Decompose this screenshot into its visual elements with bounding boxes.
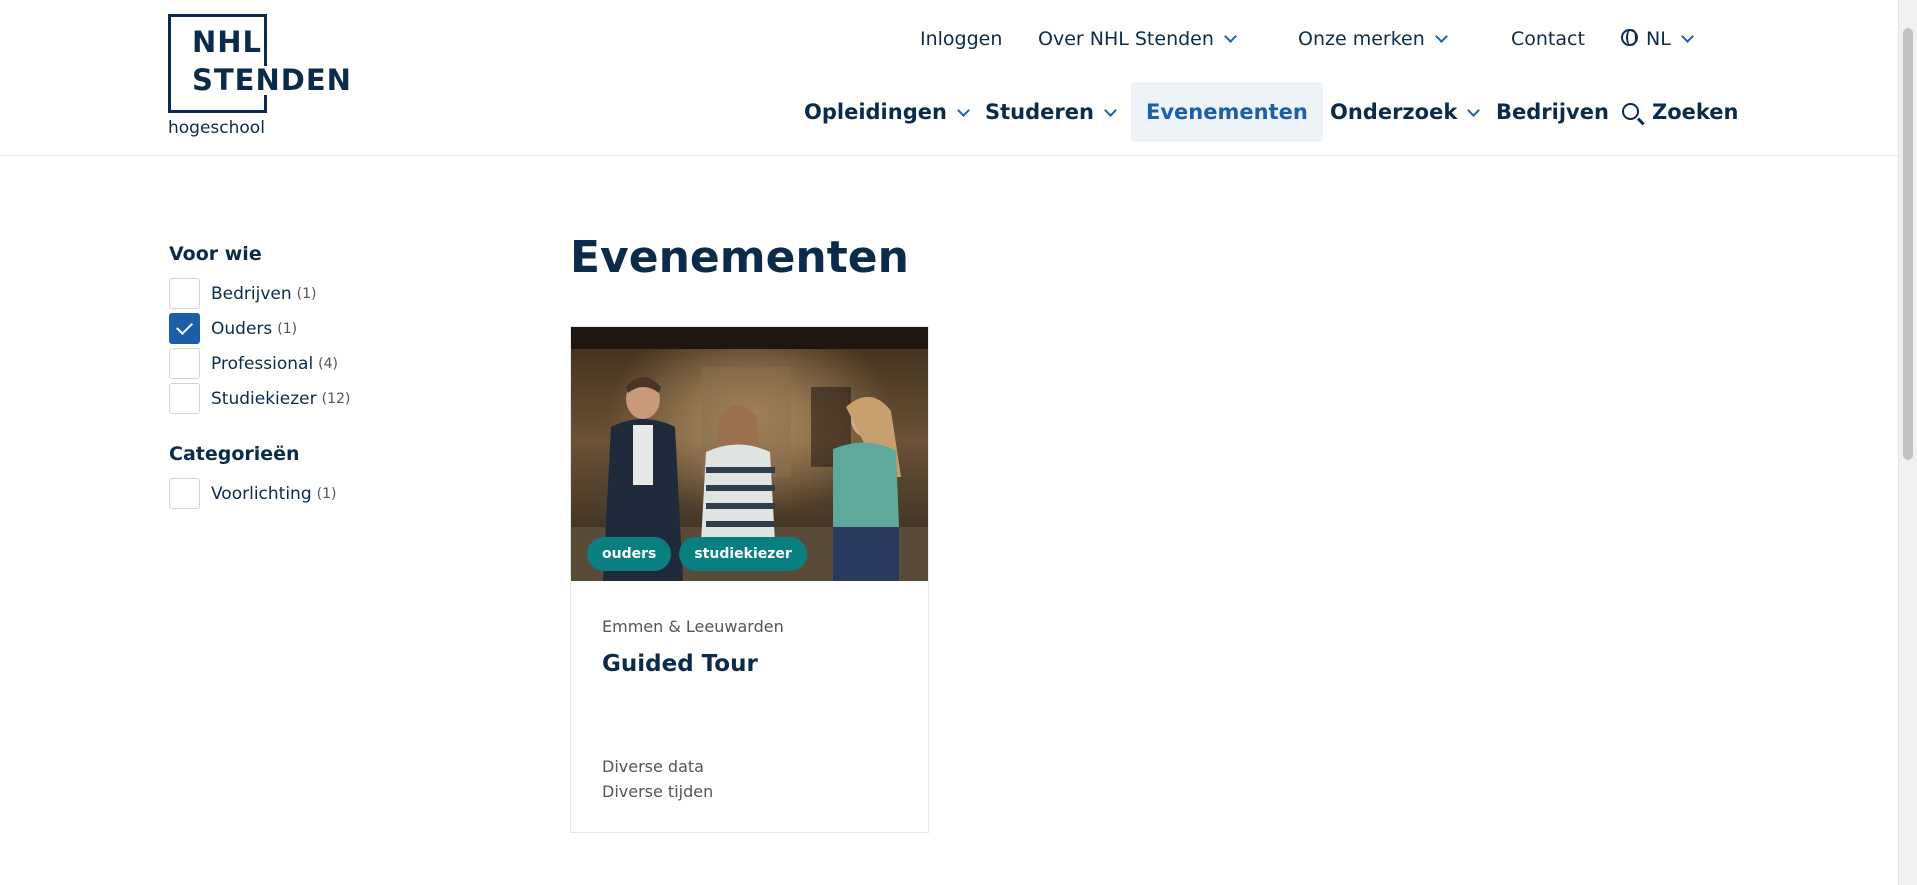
tag-ouders[interactable]: ouders xyxy=(587,537,672,571)
filter-count: (1) xyxy=(277,320,298,337)
filter-option-professional[interactable]: Professional (4) xyxy=(169,346,509,381)
filter-option-voorlichting[interactable]: Voorlichting (1) xyxy=(169,476,509,511)
filter-count: (12) xyxy=(321,390,351,407)
nav-onderzoek[interactable]: Onderzoek xyxy=(1330,82,1481,142)
filter-label: Ouders xyxy=(211,318,273,339)
event-dates: Diverse data xyxy=(602,757,704,776)
filter-list-categories: Voorlichting (1) xyxy=(169,476,509,511)
language-label: NL xyxy=(1646,28,1671,50)
chevron-down-icon xyxy=(1104,104,1117,117)
event-tags: ouders studiekiezer xyxy=(587,537,807,571)
filter-option-studiekiezer[interactable]: Studiekiezer (12) xyxy=(169,381,509,416)
nav-opleidingen[interactable]: Opleidingen xyxy=(804,82,970,142)
event-title[interactable]: Guided Tour xyxy=(602,651,758,677)
filter-sidebar: Voor wie Bedrijven (1) Ouders (1) Profes… xyxy=(169,242,509,537)
brands-dropdown[interactable]: Onze merken xyxy=(1298,26,1448,52)
page-title: Evenementen xyxy=(570,232,909,283)
event-card[interactable]: ouders studiekiezer Emmen & Leeuwarden G… xyxy=(570,326,929,833)
filter-label: Voorlichting xyxy=(211,483,312,504)
chevron-down-icon xyxy=(1680,30,1694,43)
chevron-down-icon xyxy=(1434,30,1448,43)
vertical-scrollbar[interactable] xyxy=(1898,0,1917,885)
scrollbar-thumb[interactable] xyxy=(1903,28,1913,460)
contact-link[interactable]: Contact xyxy=(1511,26,1585,52)
filter-heading-audience: Voor wie xyxy=(169,243,262,265)
event-times: Diverse tijden xyxy=(602,782,714,801)
filter-label: Professional xyxy=(211,353,314,374)
nav-label: Opleidingen xyxy=(804,100,947,124)
login-link[interactable]: Inloggen xyxy=(920,26,1002,52)
about-dropdown[interactable]: Over NHL Stenden xyxy=(1038,26,1237,52)
search-button[interactable]: Zoeken xyxy=(1622,82,1739,142)
filter-list-audience: Bedrijven (1) Ouders (1) Professional (4… xyxy=(169,276,509,416)
checkbox[interactable] xyxy=(169,478,200,509)
tag-studiekiezer[interactable]: studiekiezer xyxy=(679,537,807,571)
site-header: NHL STENDEN hogeschool Inloggen Over NHL… xyxy=(0,0,1898,156)
nav-bedrijven[interactable]: Bedrijven xyxy=(1496,82,1609,142)
filter-heading-categories: Categorieën xyxy=(169,443,300,465)
event-photo: ouders studiekiezer xyxy=(571,327,928,581)
utility-nav: Inloggen Over NHL Stenden Onze merken Co… xyxy=(0,26,1898,52)
checkbox[interactable] xyxy=(169,348,200,379)
event-location: Emmen & Leeuwarden xyxy=(602,617,784,636)
filter-label: Bedrijven xyxy=(211,283,292,304)
about-label: Over NHL Stenden xyxy=(1038,28,1214,50)
globe-icon xyxy=(1621,29,1638,46)
filter-count: (1) xyxy=(296,285,317,302)
checkbox[interactable] xyxy=(169,278,200,309)
chevron-down-icon xyxy=(1224,30,1237,43)
filter-option-bedrijven[interactable]: Bedrijven (1) xyxy=(169,276,509,311)
chevron-down-icon xyxy=(1467,104,1481,117)
filter-count: (4) xyxy=(318,355,339,372)
main-nav: Opleidingen Studeren Evenementen Onderzo… xyxy=(0,82,1898,142)
search-icon xyxy=(1622,103,1639,120)
language-selector[interactable]: NL xyxy=(1621,26,1694,52)
checkbox-checked[interactable] xyxy=(169,313,200,344)
nav-label: Onderzoek xyxy=(1330,100,1458,124)
checkbox[interactable] xyxy=(169,383,200,414)
nav-evenementen[interactable]: Evenementen xyxy=(1131,82,1323,142)
chevron-down-icon xyxy=(957,104,970,117)
search-label: Zoeken xyxy=(1652,100,1739,124)
nav-label: Studeren xyxy=(985,100,1094,124)
filter-option-ouders[interactable]: Ouders (1) xyxy=(169,311,509,346)
filter-label: Studiekiezer xyxy=(211,388,317,409)
nav-studeren[interactable]: Studeren xyxy=(985,82,1117,142)
brands-label: Onze merken xyxy=(1298,28,1425,50)
filter-count: (1) xyxy=(316,485,337,502)
